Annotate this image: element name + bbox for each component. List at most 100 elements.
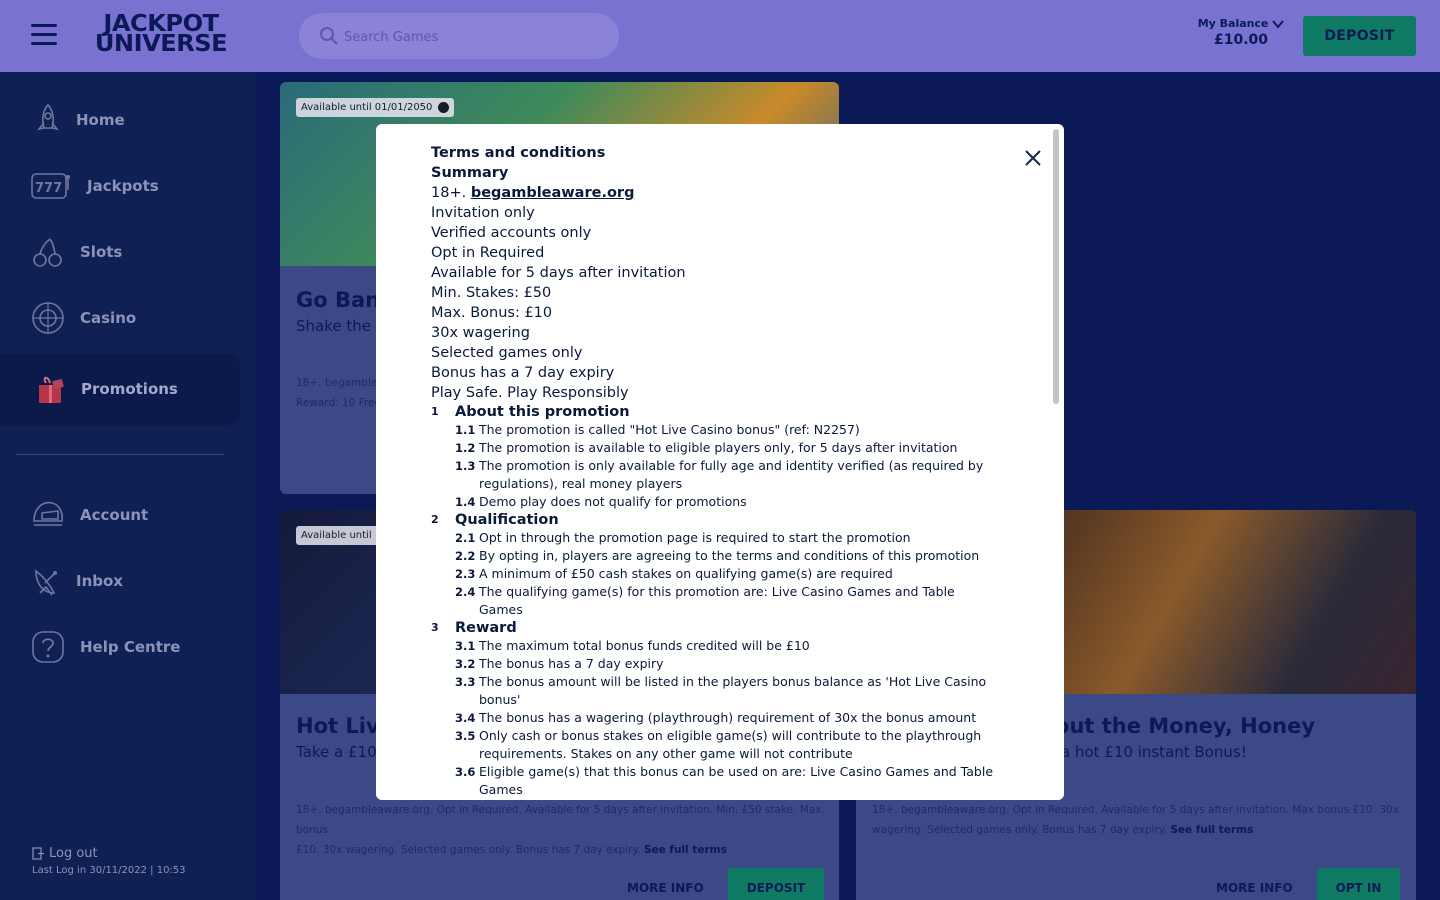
clause-item: 1.2 The promotion is available to eligibl… — [431, 439, 1001, 457]
menu-icon[interactable] — [31, 24, 57, 46]
sidebar-item-promotions[interactable]: Promotions — [0, 353, 240, 425]
more-info-button[interactable]: MORE INFO — [1216, 881, 1293, 895]
last-login-text: Last Log in 30/11/2022 | 10:53 — [32, 865, 186, 876]
section-title: About this promotion — [455, 404, 630, 420]
deposit-button[interactable]: DEPOSIT — [1303, 16, 1416, 56]
clause-text: A minimum of £50 cash stakes on qualifyi… — [479, 566, 893, 581]
clause-number: 1.3 — [455, 459, 476, 473]
summary-line: Selected games only — [431, 345, 583, 361]
summary-line: Play Safe. Play Responsibly — [431, 385, 629, 401]
summary-line: Available for 5 days after invitation — [431, 265, 686, 281]
summary-line: Max. Bonus: £10 — [431, 305, 553, 321]
summary-line: Bonus has a 7 day expiry — [431, 365, 615, 381]
section-number: 2 — [431, 513, 439, 526]
brand-logo[interactable]: JACKPOT UNIVERSE — [86, 13, 236, 58]
chevron-down-icon — [1272, 20, 1285, 29]
summary-line: Opt in Required — [431, 245, 545, 261]
sidebar-item-help-centre[interactable]: Help Centre — [0, 614, 240, 680]
top-header: JACKPOT UNIVERSE My Balance £10.00 DEPOS… — [0, 0, 1440, 72]
balance-amount: £10.00 — [1213, 32, 1269, 48]
summary-heading: Summary — [431, 165, 509, 181]
clause-text: The qualifying game(s) for this promotio… — [479, 584, 955, 617]
availability-badge: Available until 01/01/2050 — [296, 98, 455, 117]
clause-number: 3.4 — [455, 711, 476, 725]
clause-item: 3.6 Eligible game(s) that this bonus can … — [431, 763, 1001, 799]
summary-line: Verified accounts only — [431, 225, 592, 241]
section-number: 1 — [431, 405, 439, 418]
clause-item: 1.3 The promotion is only available for f… — [431, 457, 1001, 493]
clock-icon — [438, 102, 450, 113]
sidebar-item-slots[interactable]: Slots — [0, 219, 240, 285]
promo-card-terms: 18+. begambleaware.org. Opt in Required.… — [872, 800, 1402, 840]
satellite-icon — [35, 569, 57, 596]
search-icon[interactable] — [319, 26, 339, 46]
clause-item: 3.4 The bonus has a wagering (playthrough… — [431, 709, 1001, 727]
sidebar-label-promotions: Promotions — [81, 380, 178, 398]
badge-label: Available until — [301, 530, 372, 541]
promo-card-terms-line-2: Reward: 10 Free — [296, 397, 381, 409]
clause-item: 2.2 By opting in, players are agreeing to… — [431, 547, 1001, 565]
clause-item: 2.4 The qualifying game(s) for this promo… — [431, 583, 1001, 619]
summary-list: Invitation only Verified accounts only Opt… — [431, 203, 1001, 403]
age-prefix: 18+. — [431, 185, 467, 201]
clause-text: Eligible game(s) that this bonus can be … — [479, 764, 994, 797]
card-deposit-button[interactable]: DEPOSIT — [728, 868, 824, 900]
promo-card-terms: 18+. begambleaware.org. Opt in Required.… — [296, 800, 826, 860]
section-heading: 3 Reward — [431, 619, 1001, 637]
search-input[interactable] — [344, 26, 604, 48]
clause-item: 2.3 A minimum of £50 cash stakes on quali… — [431, 565, 1001, 583]
helmet-icon — [33, 501, 63, 526]
clause-text: The promotion is only available for full… — [479, 458, 984, 491]
clause-text: Opt in through the promotion page is req… — [479, 530, 911, 545]
badge-label: Available until 01/01/2050 — [301, 102, 433, 113]
clause-number: 2.3 — [455, 567, 476, 581]
summary-line: Min. Stakes: £50 — [431, 285, 552, 301]
sidebar-item-inbox[interactable]: Inbox — [0, 548, 240, 614]
close-icon[interactable] — [1023, 148, 1043, 168]
clause-number: 3.5 — [455, 729, 476, 743]
clause-item: 3.3 The bonus amount will be listed in th… — [431, 673, 1001, 709]
clause-item: 3.2 The bonus has a 7 day expiry — [431, 655, 1001, 673]
promo-card-subtitle: a hot £10 instant Bonus! — [1061, 743, 1247, 761]
balance-dropdown[interactable]: My Balance £10.00 — [1196, 17, 1286, 48]
sidebar-item-jackpots[interactable]: 777 Jackpots — [0, 153, 240, 219]
sidebar-item-casino[interactable]: Casino — [0, 285, 240, 351]
terms-scroll-area[interactable]: Terms and conditions Summary 18+. begamb… — [376, 124, 1052, 800]
search-bar — [299, 13, 619, 59]
clause-item: 3.1 The maximum total bonus funds credite… — [431, 637, 1001, 655]
promo-card-title: bout the Money, Honey — [1040, 714, 1316, 738]
balance-label: My Balance — [1197, 17, 1269, 30]
see-full-terms-link[interactable]: See full terms — [644, 844, 727, 856]
clause-text: The bonus has a 7 day expiry — [479, 656, 664, 671]
sidebar-label-home: Home — [76, 111, 125, 129]
terms-line-2: £10. 30x wagering. Selected games only. … — [296, 844, 641, 856]
clause-text: By opting in, players are agreeing to th… — [479, 548, 980, 563]
logout-icon — [32, 847, 44, 860]
clause-text: The promotion is available to eligible p… — [479, 440, 958, 455]
modal-scroll-thumb[interactable] — [1053, 129, 1059, 404]
slot-777-icon: 777 — [31, 173, 70, 199]
clause-number: 3.3 — [455, 675, 476, 689]
sidebar-divider — [16, 454, 224, 455]
promo-card-subtitle: Shake the r — [296, 317, 382, 335]
clause-text: The maximum total bonus funds credited w… — [479, 638, 810, 653]
clause-number: 1.1 — [455, 423, 476, 437]
see-full-terms-link[interactable]: See full terms — [1170, 824, 1253, 836]
terms-heading: Terms and conditions — [431, 145, 606, 161]
sidebar: Home 777 Jackpots Slots Casino Promotion… — [0, 72, 256, 900]
logout-link[interactable]: Log out — [32, 846, 98, 861]
clause-text: The bonus has a wagering (playthrough) r… — [479, 710, 977, 725]
clause-number: 2.2 — [455, 549, 476, 563]
section-heading: 2 Qualification — [431, 511, 1001, 529]
terms-content: Terms and conditions Summary 18+. begamb… — [431, 143, 1001, 799]
svg-text:777: 777 — [35, 181, 62, 196]
more-info-button[interactable]: MORE INFO — [627, 881, 704, 895]
sidebar-item-home[interactable]: Home — [0, 87, 240, 153]
begambleaware-link[interactable]: begambleaware.org — [471, 185, 635, 201]
summary-line: Invitation only — [431, 205, 535, 221]
clause-text: The promotion is called "Hot Live Casino… — [479, 422, 860, 437]
clause-item: 1.4 Demo play does not qualify for promot… — [431, 493, 1001, 511]
sidebar-item-account[interactable]: Account — [0, 482, 240, 548]
cherries-icon — [33, 238, 62, 267]
opt-in-button[interactable]: OPT IN — [1317, 868, 1400, 900]
